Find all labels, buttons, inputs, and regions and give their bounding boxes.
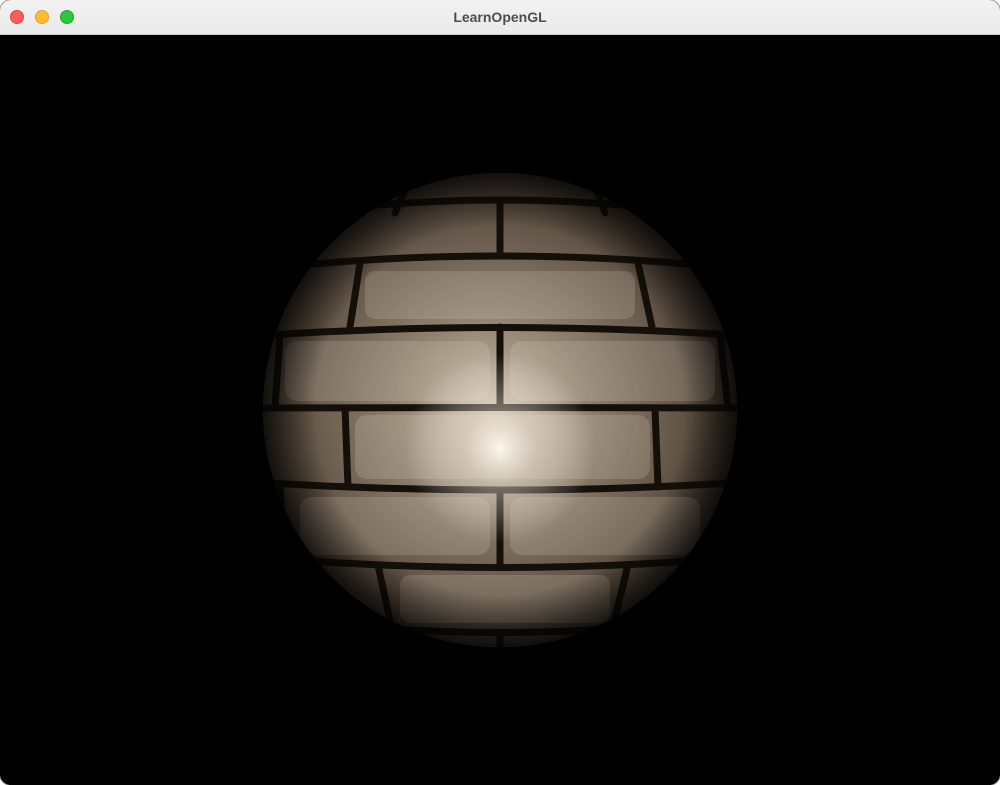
render-canvas: [263, 173, 737, 647]
app-window: LearnOpenGL: [0, 0, 1000, 785]
title-bar[interactable]: LearnOpenGL: [0, 0, 1000, 35]
brick-sphere: [263, 173, 737, 647]
opengl-viewport[interactable]: [0, 35, 1000, 785]
window-title: LearnOpenGL: [453, 9, 547, 25]
